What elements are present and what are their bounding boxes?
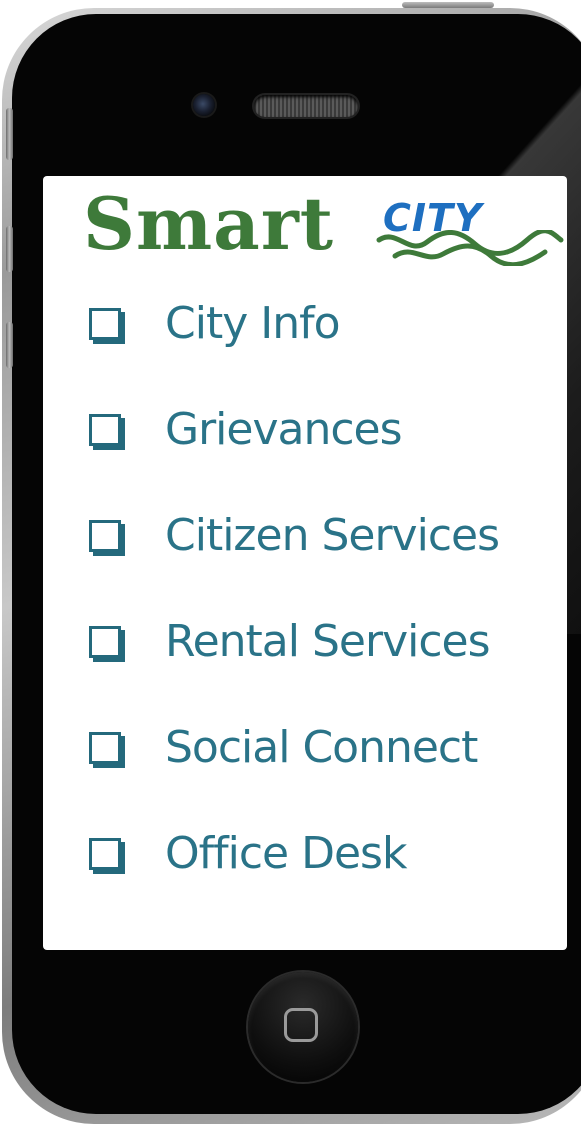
menu-item-label[interactable]: Citizen Services <box>165 502 500 570</box>
checkbox-icon[interactable] <box>89 838 121 870</box>
menu-item-grievances[interactable]: Grievances <box>89 396 569 502</box>
volume-up-button[interactable] <box>6 226 13 272</box>
front-camera-icon <box>193 94 215 116</box>
logo-wave-icon <box>376 230 564 266</box>
checkbox-icon[interactable] <box>89 732 121 764</box>
checkbox-icon[interactable] <box>89 308 121 340</box>
menu-item-city-info[interactable]: City Info <box>89 290 569 396</box>
phone-mockup-stage: Smart CITY City Info Grievances Citizen … <box>0 0 581 1128</box>
home-button-icon <box>284 1008 318 1042</box>
app-screen: Smart CITY City Info Grievances Citizen … <box>43 176 567 950</box>
mute-switch[interactable] <box>6 108 13 160</box>
smartcity-logo: Smart CITY <box>83 181 564 272</box>
menu-item-label[interactable]: Grievances <box>165 396 403 464</box>
main-menu: City Info Grievances Citizen Services Re… <box>89 290 569 926</box>
earpiece-speaker-icon <box>254 95 358 117</box>
menu-item-label[interactable]: Social Connect <box>165 714 478 782</box>
volume-down-button[interactable] <box>6 322 13 368</box>
menu-item-label[interactable]: Rental Services <box>165 608 491 676</box>
menu-item-office-desk[interactable]: Office Desk <box>89 820 569 926</box>
logo-smart-text: Smart <box>83 181 335 266</box>
menu-item-label[interactable]: City Info <box>165 290 340 358</box>
checkbox-icon[interactable] <box>89 414 121 446</box>
power-button[interactable] <box>402 2 494 8</box>
checkbox-icon[interactable] <box>89 520 121 552</box>
menu-item-rental-services[interactable]: Rental Services <box>89 608 569 714</box>
checkbox-icon[interactable] <box>89 626 121 658</box>
menu-item-label[interactable]: Office Desk <box>165 820 407 888</box>
menu-item-citizen-services[interactable]: Citizen Services <box>89 502 569 608</box>
menu-item-social-connect[interactable]: Social Connect <box>89 714 569 820</box>
home-button[interactable] <box>248 972 358 1082</box>
